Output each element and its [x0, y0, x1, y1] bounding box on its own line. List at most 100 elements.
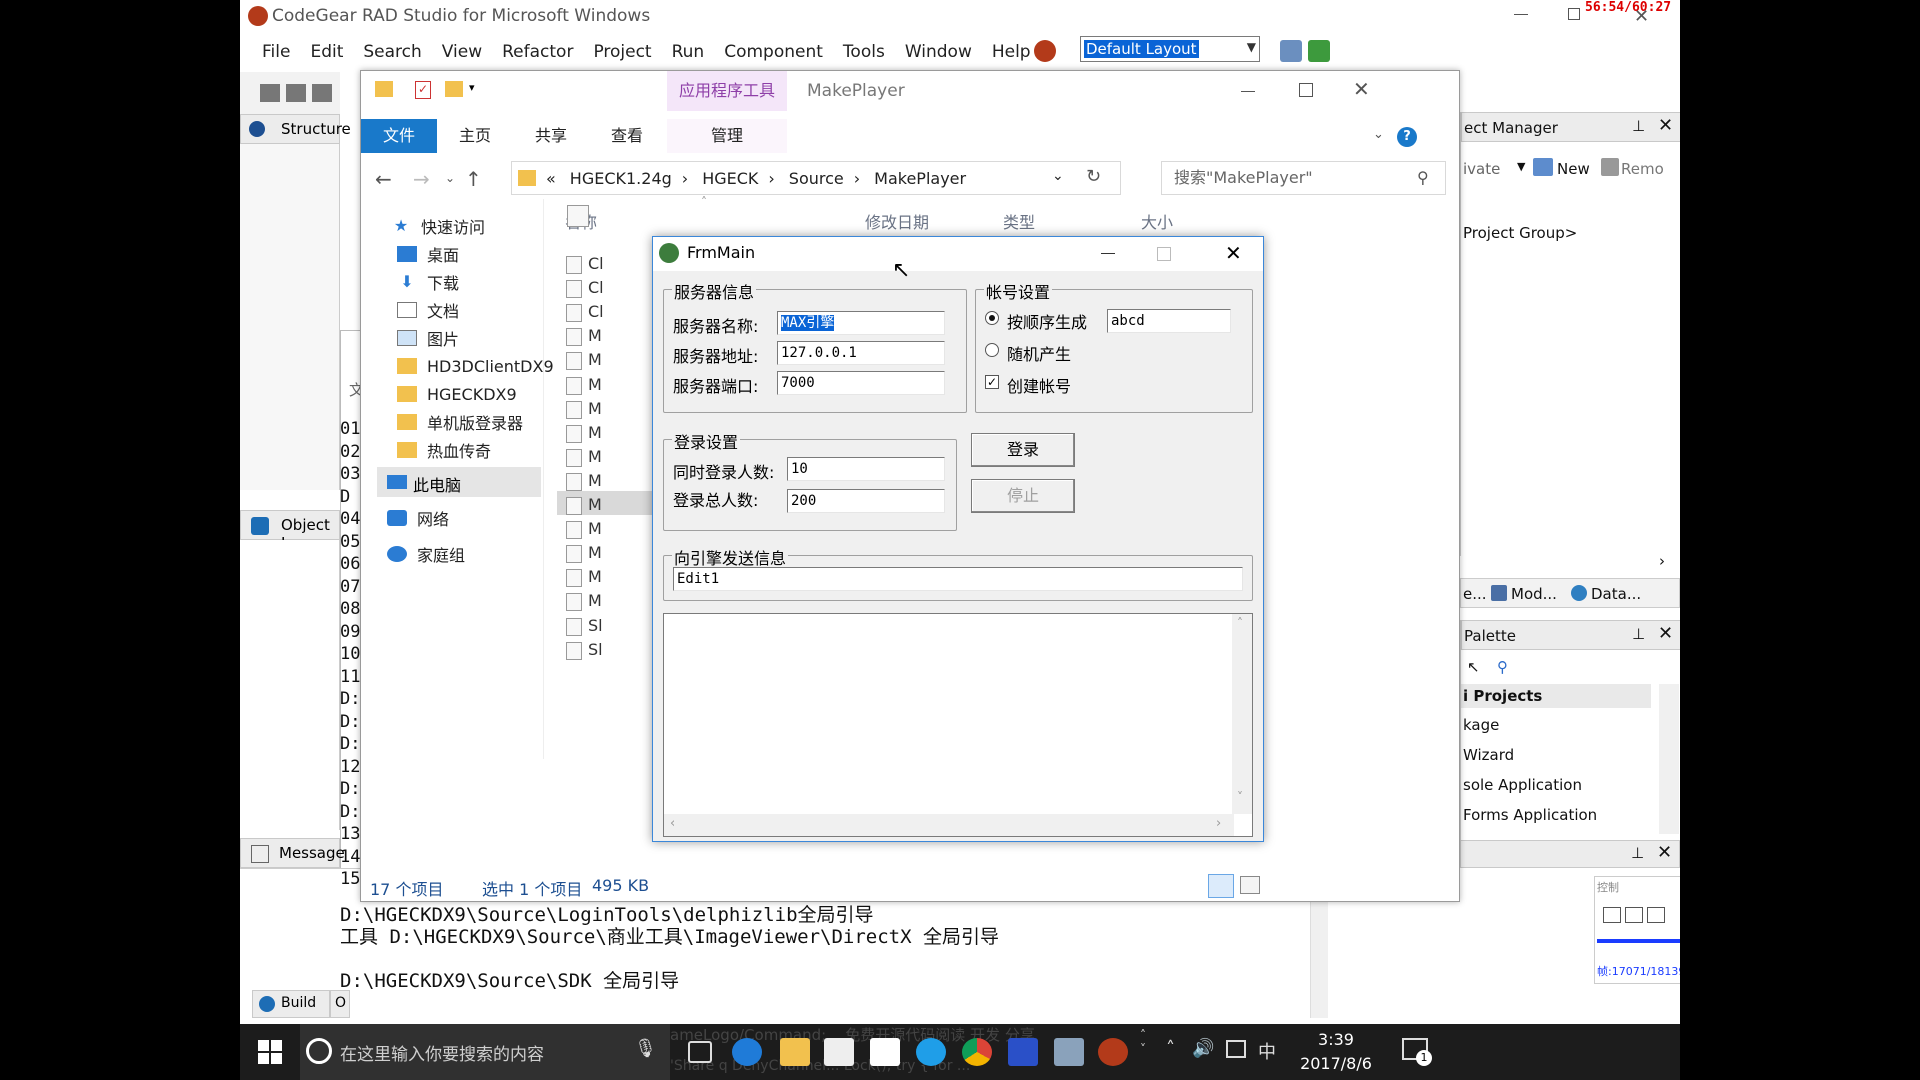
chevron-left-icon[interactable]: ‹ — [670, 816, 675, 831]
close-icon[interactable]: ✕ — [1657, 842, 1672, 863]
tab-model[interactable]: Mod... — [1511, 585, 1557, 603]
tab-file[interactable]: 文件 — [361, 119, 437, 153]
login-button[interactable]: 登录 — [971, 433, 1075, 467]
nav-homegroup[interactable]: 家庭组 — [387, 539, 465, 569]
stop-button[interactable] — [1647, 907, 1665, 923]
taskbar-scroll[interactable]: ˄ ˅ — [1140, 1028, 1146, 1056]
nav-this-pc[interactable]: 此电脑 — [377, 467, 541, 497]
edge-icon[interactable] — [732, 1038, 762, 1066]
total-field[interactable]: 200 — [787, 489, 945, 513]
chevron-up-icon[interactable]: ˄ — [1237, 616, 1243, 630]
menu-component[interactable]: Component — [724, 42, 823, 62]
tab-data[interactable]: Data... — [1591, 585, 1641, 603]
menu-file[interactable]: File — [262, 42, 290, 62]
recent-locations-icon[interactable]: ⌄ — [445, 171, 455, 185]
minimize-icon[interactable] — [1101, 253, 1115, 254]
helmet-icon[interactable] — [1034, 40, 1056, 62]
forward-icon[interactable]: → — [413, 167, 430, 191]
column-size[interactable]: 大小 — [1141, 209, 1173, 233]
microphone-icon[interactable]: 🎙 — [634, 1038, 657, 1059]
chevron-up-icon[interactable]: ˄ — [1166, 1038, 1175, 1059]
server-port-field[interactable]: 7000 — [777, 371, 945, 395]
properties-icon[interactable]: ✓ — [415, 81, 431, 99]
new-folder-icon[interactable] — [445, 81, 463, 97]
column-date[interactable]: 修改日期 — [865, 209, 929, 233]
close-icon[interactable]: ✕ — [1353, 77, 1370, 101]
tab-share[interactable]: 共享 — [513, 119, 589, 153]
menu-run[interactable]: Run — [672, 42, 705, 62]
server-name-field[interactable]: MAX引擎 — [777, 311, 945, 335]
project-group-node[interactable]: Project Group> — [1463, 224, 1577, 242]
volume-tray-icon[interactable]: 🔊 — [1192, 1038, 1214, 1059]
minimize-icon[interactable] — [1514, 14, 1528, 15]
breadcrumb-item[interactable]: HGECK1.24g — [570, 169, 672, 188]
concurrent-field[interactable]: 10 — [787, 457, 945, 481]
pin-icon[interactable]: ⊥ — [1632, 117, 1645, 135]
pm-activate-button[interactable]: ivate — [1463, 160, 1500, 178]
cursor-icon[interactable]: ↖ — [1467, 658, 1480, 676]
nav-pictures[interactable]: 图片 — [397, 323, 459, 353]
details-view-icon[interactable] — [1208, 874, 1234, 898]
chevron-down-icon[interactable]: ⌄ — [1373, 127, 1384, 142]
close-icon[interactable]: ✕ — [1225, 241, 1242, 265]
new-file-icon[interactable] — [260, 84, 280, 102]
pm-new-button[interactable]: New — [1557, 160, 1590, 178]
task-view-icon[interactable] — [688, 1041, 712, 1063]
structure-tab[interactable]: Structure — [240, 114, 351, 144]
minimize-icon[interactable] — [1241, 91, 1255, 92]
palette-item[interactable]: sole Application — [1463, 776, 1582, 794]
address-bar[interactable]: « HGECK1.24g › HGECK › Source › MakePlay… — [511, 161, 1121, 195]
breadcrumb-item[interactable]: HGECK — [702, 169, 758, 188]
close-icon[interactable]: ✕ — [1634, 6, 1649, 27]
palette-item[interactable]: kage — [1463, 716, 1499, 734]
file-explorer-icon[interactable] — [780, 1038, 810, 1066]
mail-icon[interactable] — [870, 1038, 900, 1066]
tab-home[interactable]: 主页 — [437, 119, 513, 153]
palette-item[interactable]: Forms Application — [1463, 806, 1597, 824]
log-memo[interactable]: ˄ ˅ ‹ › — [663, 613, 1253, 837]
nav-quick-access[interactable]: ★ 快速访问 — [391, 211, 485, 241]
menu-refactor[interactable]: Refactor — [502, 42, 573, 62]
palette-item[interactable]: Wizard — [1463, 746, 1514, 764]
chevron-down-icon[interactable]: ˅ — [1237, 790, 1243, 804]
sequence-prefix-field[interactable]: abcd — [1107, 309, 1231, 333]
nav-network[interactable]: 网络 — [387, 503, 449, 533]
menu-tools[interactable]: Tools — [843, 42, 885, 62]
pin-icon[interactable]: ⊥ — [1631, 844, 1644, 862]
pause-button[interactable] — [1625, 907, 1643, 923]
ie-icon[interactable] — [916, 1038, 946, 1066]
menu-search[interactable]: Search — [363, 42, 421, 62]
restore-icon[interactable] — [1568, 8, 1580, 20]
layout-combo[interactable]: Default Layout ▼ — [1080, 36, 1260, 62]
close-icon[interactable]: ✕ — [1658, 623, 1673, 644]
menu-help[interactable]: Help — [992, 42, 1031, 62]
tab-manage[interactable]: 管理 — [667, 119, 787, 153]
chrome-icon[interactable] — [962, 1038, 992, 1066]
palette-scrollbar[interactable] — [1659, 684, 1679, 834]
nav-folder[interactable]: HD3DClientDX9 — [397, 351, 554, 381]
stop-button[interactable]: 停止 — [971, 479, 1075, 513]
player-progress-track[interactable] — [1597, 939, 1680, 943]
palette-category[interactable]: i Projects — [1461, 684, 1651, 708]
other-tab[interactable]: O — [330, 990, 350, 1018]
breadcrumb-item[interactable]: MakePlayer — [874, 169, 966, 188]
server-addr-field[interactable]: 127.0.0.1 — [777, 341, 945, 365]
network-tray-icon[interactable] — [1226, 1040, 1246, 1058]
object-inspector-tab[interactable]: Object I — [240, 510, 340, 552]
filter-icon[interactable]: ⚲ — [1497, 658, 1508, 676]
ime-indicator[interactable]: 中 — [1258, 1038, 1276, 1064]
breadcrumb-item[interactable]: Source — [789, 169, 844, 188]
chevron-right-icon[interactable]: › — [1659, 552, 1665, 570]
nav-folder[interactable]: 热血传奇 — [397, 435, 491, 465]
clock-date[interactable]: 2017/8/6 — [1286, 1054, 1386, 1073]
network-monitor-icon[interactable] — [1008, 1038, 1038, 1066]
open-file-icon[interactable] — [286, 84, 306, 102]
close-icon[interactable]: ✕ — [1658, 115, 1673, 136]
taskbar-search[interactable]: 在这里输入你要搜索的内容 🎙 — [300, 1024, 670, 1080]
tiles-view-icon[interactable] — [1240, 876, 1260, 894]
menu-project[interactable]: Project — [593, 42, 651, 62]
nav-desktop[interactable]: 桌面 — [397, 239, 459, 269]
column-type[interactable]: 类型 — [1003, 209, 1035, 233]
menu-edit[interactable]: Edit — [310, 42, 343, 62]
save-all-icon[interactable] — [312, 84, 332, 102]
